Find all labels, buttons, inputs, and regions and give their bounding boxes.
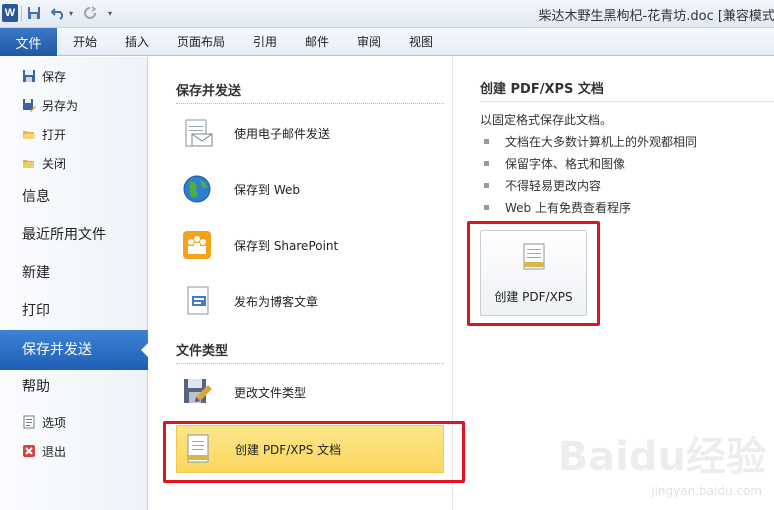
exit-icon — [22, 444, 36, 458]
baidu-watermark-url: jingyan.baidu.com — [651, 484, 762, 498]
nav-save-label: 保存 — [42, 69, 67, 84]
detail-bullet: 文档在大多数计算机上的外观都相同 — [484, 133, 697, 150]
detail-bullet: 不得轻易更改内容 — [484, 177, 601, 194]
redo-icon[interactable] — [82, 4, 98, 22]
undo-icon[interactable] — [50, 4, 66, 22]
create-pdf-xps-label: 创建 PDF/XPS 文档 — [235, 442, 342, 457]
nav-close[interactable]: 关闭 — [22, 152, 66, 174]
save-icon — [22, 69, 36, 83]
baidu-watermark: Baidu经验 — [557, 434, 766, 480]
customize-quick-access-icon[interactable]: ▾ — [104, 4, 116, 22]
detail-title: 创建 PDF/XPS 文档 — [480, 82, 604, 97]
nav-open-label: 打开 — [42, 127, 67, 142]
detail-bullet-text: 保留字体、格式和图像 — [505, 157, 626, 171]
tab-page-layout[interactable]: 页面布局 — [177, 28, 225, 56]
nav-options-label: 选项 — [42, 415, 67, 430]
save-to-sharepoint-item[interactable]: 保存到 SharePoint — [176, 221, 444, 269]
save-as-icon — [22, 98, 36, 112]
nav-recent[interactable]: 最近所用文件 — [22, 223, 106, 247]
bullet-icon — [484, 161, 489, 166]
create-pdf-xps-button[interactable]: 创建 PDF/XPS — [480, 230, 587, 316]
save-send-options: 保存并发送 使用电子邮件发送 保存到 Web 保存到 SharePoint 发布… — [148, 57, 453, 510]
change-type-icon — [180, 375, 214, 409]
word-logo-icon[interactable]: W — [2, 4, 18, 22]
publish-blog-item[interactable]: 发布为博客文章 — [176, 277, 444, 325]
sharepoint-icon — [180, 228, 214, 262]
create-pdf-xps-button-label: 创建 PDF/XPS — [494, 290, 573, 304]
save-to-web-label: 保存到 Web — [234, 182, 300, 197]
tab-references[interactable]: 引用 — [253, 28, 277, 56]
backstage-nav: 保存 另存为 打开 关闭 信息 最近所用文件 新建 打印 保存并发送 帮助 选项… — [0, 57, 149, 510]
change-file-type-item[interactable]: 更改文件类型 — [176, 368, 444, 416]
bullet-icon — [484, 183, 489, 188]
blog-icon — [180, 284, 214, 318]
bullet-icon — [484, 139, 489, 144]
nav-save[interactable]: 保存 — [22, 65, 66, 87]
detail-bullet: 保留字体、格式和图像 — [484, 155, 625, 172]
title-bar: W ▾ ▾ 柴达木野生黑枸杞-花青坊.doc [兼容模式] — [0, 0, 774, 28]
nav-new[interactable]: 新建 — [22, 261, 50, 285]
open-folder-icon — [22, 127, 36, 141]
publish-blog-label: 发布为博客文章 — [234, 294, 319, 309]
change-file-type-label: 更改文件类型 — [234, 385, 307, 400]
globe-icon — [180, 172, 214, 206]
nav-save-as-label: 另存为 — [42, 98, 79, 113]
email-icon — [180, 116, 214, 150]
tab-review[interactable]: 审阅 — [357, 28, 381, 56]
pdf-doc-icon — [181, 432, 215, 466]
document-title: 柴达木野生黑枸杞-花青坊.doc [兼容模式] — [538, 9, 774, 24]
create-pdf-xps-item[interactable]: 创建 PDF/XPS 文档 — [176, 425, 444, 473]
save-to-sharepoint-label: 保存到 SharePoint — [234, 238, 339, 253]
nav-options[interactable]: 选项 — [22, 411, 66, 433]
detail-description: 以固定格式保存此文档。 — [480, 113, 613, 127]
filetype-section-heading: 文件类型 — [176, 344, 229, 359]
tab-view[interactable]: 视图 — [409, 28, 433, 56]
nav-save-as[interactable]: 另存为 — [22, 94, 78, 116]
tab-insert[interactable]: 插入 — [125, 28, 149, 56]
pdf-doc-icon — [523, 243, 545, 270]
save-to-web-item[interactable]: 保存到 Web — [176, 165, 444, 213]
undo-dropdown-icon[interactable]: ▾ — [66, 4, 76, 22]
detail-divider — [480, 101, 774, 102]
tab-mailings[interactable]: 邮件 — [305, 28, 329, 56]
section-divider — [176, 103, 444, 104]
section-divider — [176, 363, 444, 364]
nav-open[interactable]: 打开 — [22, 123, 66, 145]
quick-access-separator — [21, 6, 22, 21]
save-icon[interactable] — [26, 4, 42, 22]
send-email-label: 使用电子邮件发送 — [234, 126, 331, 141]
detail-bullet: Web 上有免费查看程序 — [484, 199, 631, 216]
nav-close-label: 关闭 — [42, 156, 67, 171]
close-folder-icon — [22, 156, 36, 170]
nav-print[interactable]: 打印 — [22, 299, 50, 323]
nav-save-send[interactable]: 保存并发送 — [22, 338, 92, 362]
send-section-heading: 保存并发送 — [176, 84, 242, 99]
nav-exit-label: 退出 — [42, 444, 67, 459]
nav-exit[interactable]: 退出 — [22, 440, 66, 462]
options-icon — [22, 415, 36, 429]
tab-file[interactable]: 文件 — [0, 28, 57, 56]
detail-bullet-text: Web 上有免费查看程序 — [505, 201, 631, 215]
detail-bullet-text: 不得轻易更改内容 — [505, 179, 602, 193]
tab-home[interactable]: 开始 — [73, 28, 97, 56]
ribbon-tab-bar: 文件 开始 插入 页面布局 引用 邮件 审阅 视图 — [0, 28, 774, 56]
send-email-item[interactable]: 使用电子邮件发送 — [176, 109, 444, 157]
nav-info[interactable]: 信息 — [22, 185, 50, 209]
bullet-icon — [484, 205, 489, 210]
detail-bullet-text: 文档在大多数计算机上的外观都相同 — [505, 135, 698, 149]
nav-help[interactable]: 帮助 — [22, 375, 50, 399]
